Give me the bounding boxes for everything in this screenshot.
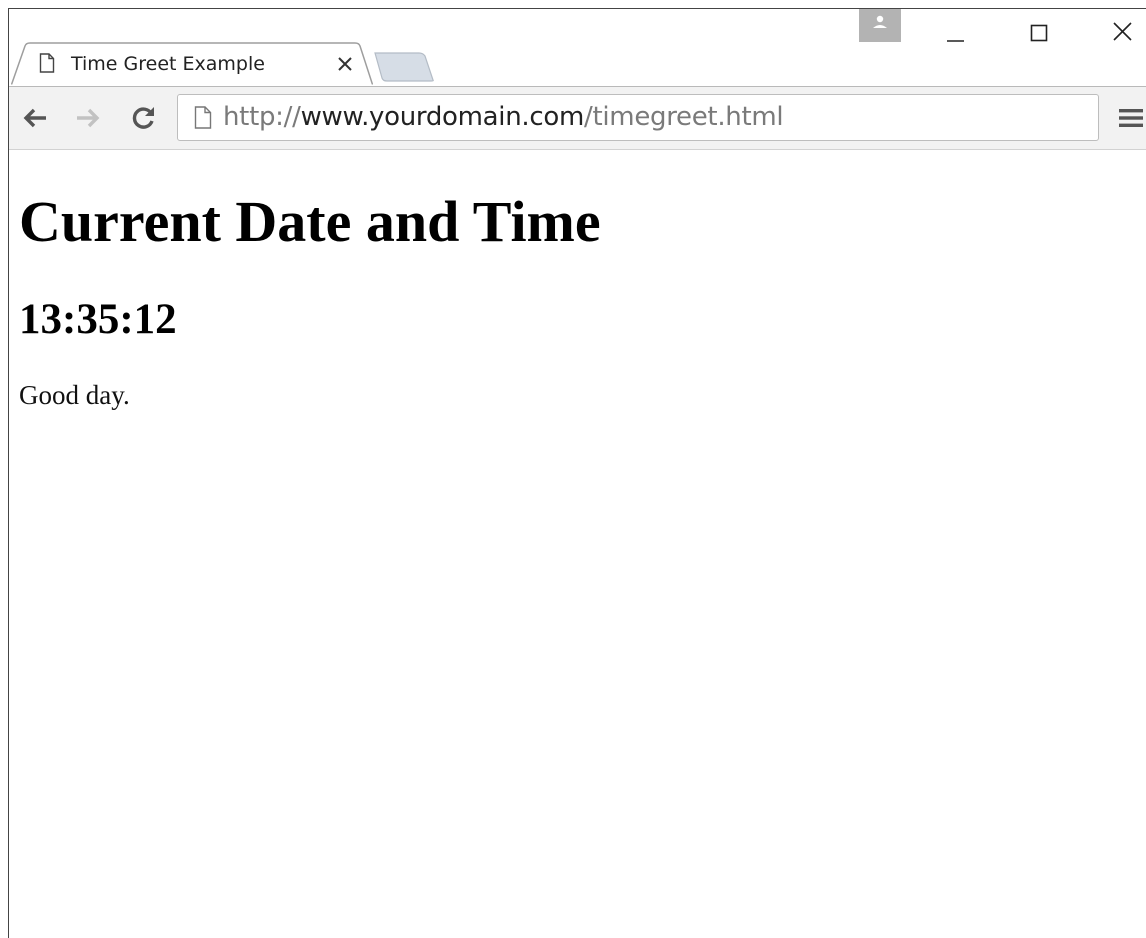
url-text: http://www.yourdomain.com/timegreet.html bbox=[223, 102, 784, 132]
menu-button[interactable] bbox=[1115, 102, 1146, 134]
tab-close-icon[interactable] bbox=[333, 52, 357, 76]
page-heading: Current Date and Time bbox=[19, 189, 601, 254]
maximize-button[interactable] bbox=[1019, 17, 1059, 49]
address-bar[interactable]: http://www.yourdomain.com/timegreet.html bbox=[177, 94, 1099, 141]
close-icon bbox=[1113, 22, 1132, 41]
arrow-left-icon bbox=[23, 108, 46, 128]
title-bar: Time Greet Example bbox=[9, 9, 1146, 86]
page-icon bbox=[39, 53, 55, 73]
profile-button[interactable] bbox=[859, 9, 901, 42]
page-icon bbox=[194, 106, 212, 129]
current-time: 13:35:12 bbox=[19, 296, 177, 343]
person-icon bbox=[873, 15, 887, 28]
maximize-icon bbox=[1030, 24, 1048, 42]
hamburger-menu-icon bbox=[1119, 109, 1143, 127]
url-path: /timegreet.html bbox=[584, 102, 784, 132]
tab-title: Time Greet Example bbox=[71, 53, 265, 75]
greeting-text: Good day. bbox=[19, 380, 130, 410]
page-content: Current Date and Time 13:35:12 Good day. bbox=[9, 150, 1146, 938]
arrow-right-icon bbox=[77, 108, 100, 128]
reload-button[interactable] bbox=[127, 102, 159, 134]
window-close-button[interactable] bbox=[1103, 17, 1143, 49]
browser-toolbar: http://www.yourdomain.com/timegreet.html bbox=[9, 86, 1146, 150]
new-tab-icon bbox=[374, 52, 434, 82]
browser-window: Time Greet Example http://www.yourdomain… bbox=[8, 8, 1146, 938]
back-button[interactable] bbox=[19, 102, 51, 134]
url-scheme: http:// bbox=[223, 102, 301, 132]
forward-button[interactable] bbox=[72, 102, 104, 134]
new-tab-button[interactable] bbox=[373, 52, 435, 82]
tab-time-greet-example[interactable]: Time Greet Example bbox=[11, 42, 373, 86]
minimize-button[interactable] bbox=[935, 17, 975, 49]
reload-icon bbox=[132, 107, 154, 129]
url-host: www.yourdomain.com bbox=[300, 102, 585, 132]
minimize-icon bbox=[947, 40, 964, 42]
